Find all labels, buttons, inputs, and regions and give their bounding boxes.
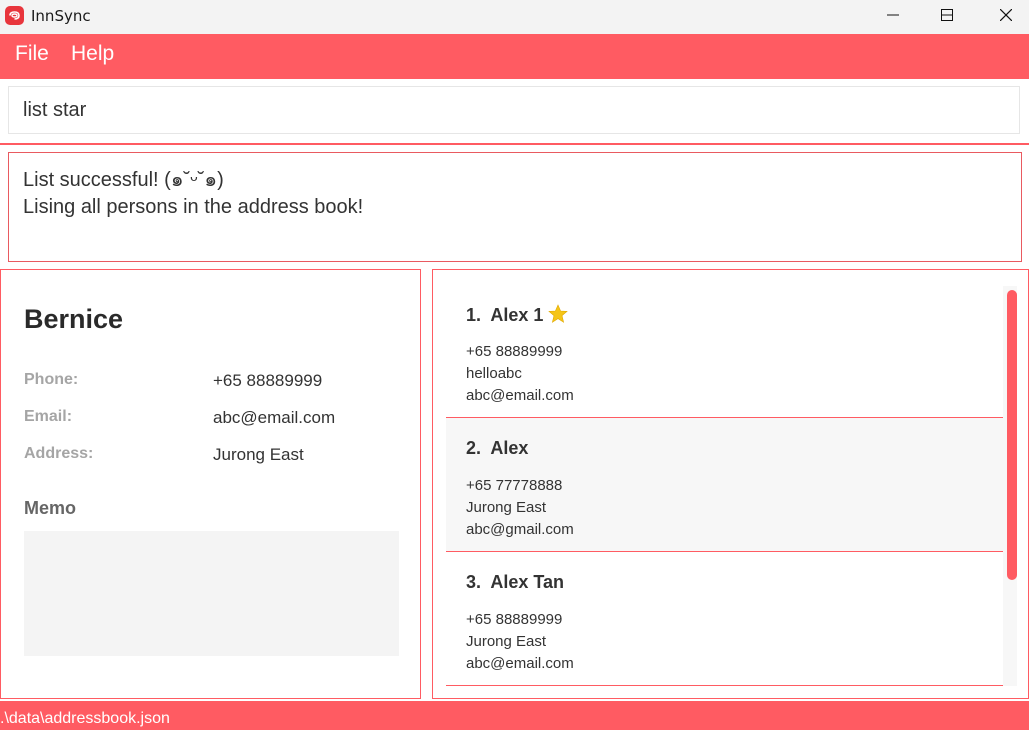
memo-box[interactable] <box>24 531 399 656</box>
person-card-title: 2. Alex <box>466 438 528 459</box>
status-bar: .\data\addressbook.json <box>0 701 1029 730</box>
command-input-value: list star <box>23 99 87 121</box>
phone-value: +65 88889999 <box>213 371 323 390</box>
person-card-title: 3. Alex Tan <box>466 572 564 593</box>
memo-label: Memo <box>24 498 77 518</box>
person-phone: +65 88889999 <box>466 343 563 360</box>
person-card[interactable]: 1. Alex 1 +65 88889999 helloabc abc@emai… <box>446 284 1003 418</box>
menu-help[interactable]: Help <box>71 42 114 66</box>
save-file-path: .\data\addressbook.json <box>0 710 170 727</box>
person-email: abc@email.com <box>466 387 574 404</box>
result-display: List successful! (๑˘ᵕ˘๑) Lising all pers… <box>8 152 1022 262</box>
person-email: abc@gmail.com <box>466 521 574 538</box>
minimize-button-alt[interactable] <box>868 0 918 32</box>
person-phone: +65 77778888 <box>466 477 563 494</box>
person-phone: +65 88889999 <box>466 611 563 628</box>
person-email: abc@email.com <box>466 655 574 672</box>
list-scrollbar-thumb[interactable] <box>1007 290 1017 580</box>
person-address: helloabc <box>466 365 522 382</box>
title-bar: InnSync <box>0 0 1029 34</box>
app-logo-icon <box>5 6 24 25</box>
person-card[interactable]: 2. Alex +65 77778888 Jurong East abc@gma… <box>446 418 1003 552</box>
person-card[interactable]: 3. Alex Tan +65 88889999 Jurong East abc… <box>446 552 1003 686</box>
person-list-panel: 1. Alex 1 +65 88889999 helloabc abc@emai… <box>432 269 1029 699</box>
divider <box>0 143 1029 145</box>
detail-person-name: Bernice <box>24 304 124 334</box>
person-name: Alex <box>490 438 529 458</box>
person-index: 3. <box>466 572 482 592</box>
maximize-button[interactable] <box>922 0 972 32</box>
star-icon <box>548 304 569 329</box>
person-index: 2. <box>466 438 482 458</box>
menu-file[interactable]: File <box>15 42 49 66</box>
window-title: InnSync <box>31 7 91 25</box>
result-detail: Lising all persons in the address book! <box>23 196 364 218</box>
address-value: Jurong East <box>213 445 304 464</box>
result-message: List successful! (๑˘ᵕ˘๑) <box>23 169 224 191</box>
person-name: Alex 1 <box>490 305 544 325</box>
close-button[interactable] <box>981 0 1029 32</box>
person-name: Alex Tan <box>490 572 565 592</box>
email-label: Email: <box>24 408 73 425</box>
person-index: 1. <box>466 305 482 325</box>
phone-label: Phone: <box>24 371 79 388</box>
address-label: Address: <box>24 445 94 462</box>
person-detail-panel: Bernice Phone: +65 88889999 Email: abc@e… <box>0 269 421 699</box>
person-address: Jurong East <box>466 633 547 650</box>
menu-bar: File Help <box>0 34 1029 79</box>
email-value: abc@email.com <box>213 408 336 427</box>
person-card-title: 1. Alex 1 <box>466 304 569 329</box>
person-address: Jurong East <box>466 499 547 516</box>
command-input[interactable]: list star <box>8 86 1020 134</box>
